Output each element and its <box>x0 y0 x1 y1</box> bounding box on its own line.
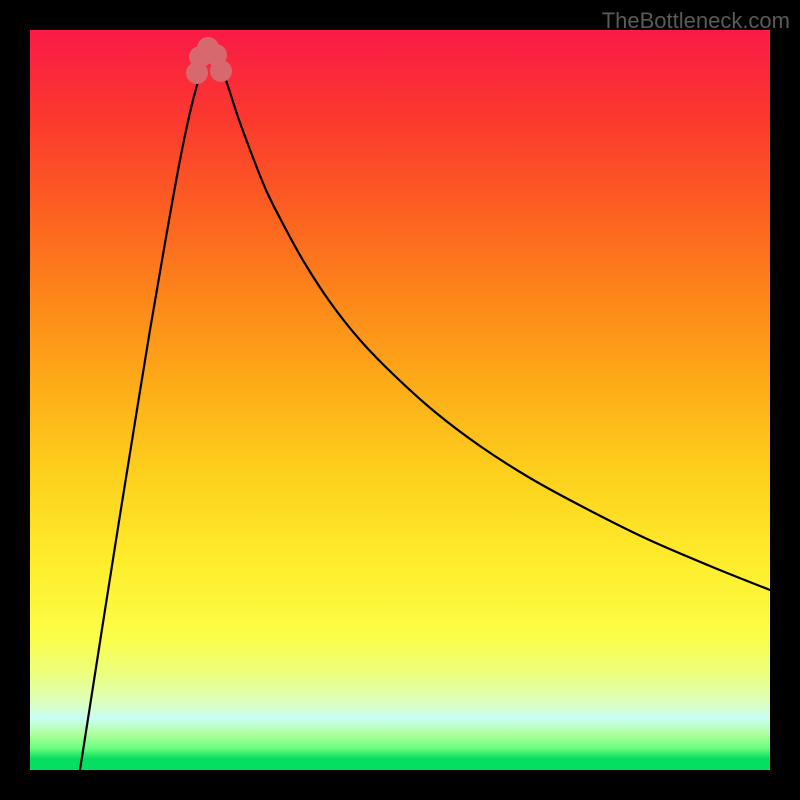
chart-frame: TheBottleneck.com <box>0 0 800 800</box>
curve-layer <box>30 30 770 770</box>
watermark-text: TheBottleneck.com <box>602 8 790 34</box>
min-marker <box>210 60 232 82</box>
bottleneck-curve <box>80 51 770 770</box>
plot-area <box>30 30 770 770</box>
